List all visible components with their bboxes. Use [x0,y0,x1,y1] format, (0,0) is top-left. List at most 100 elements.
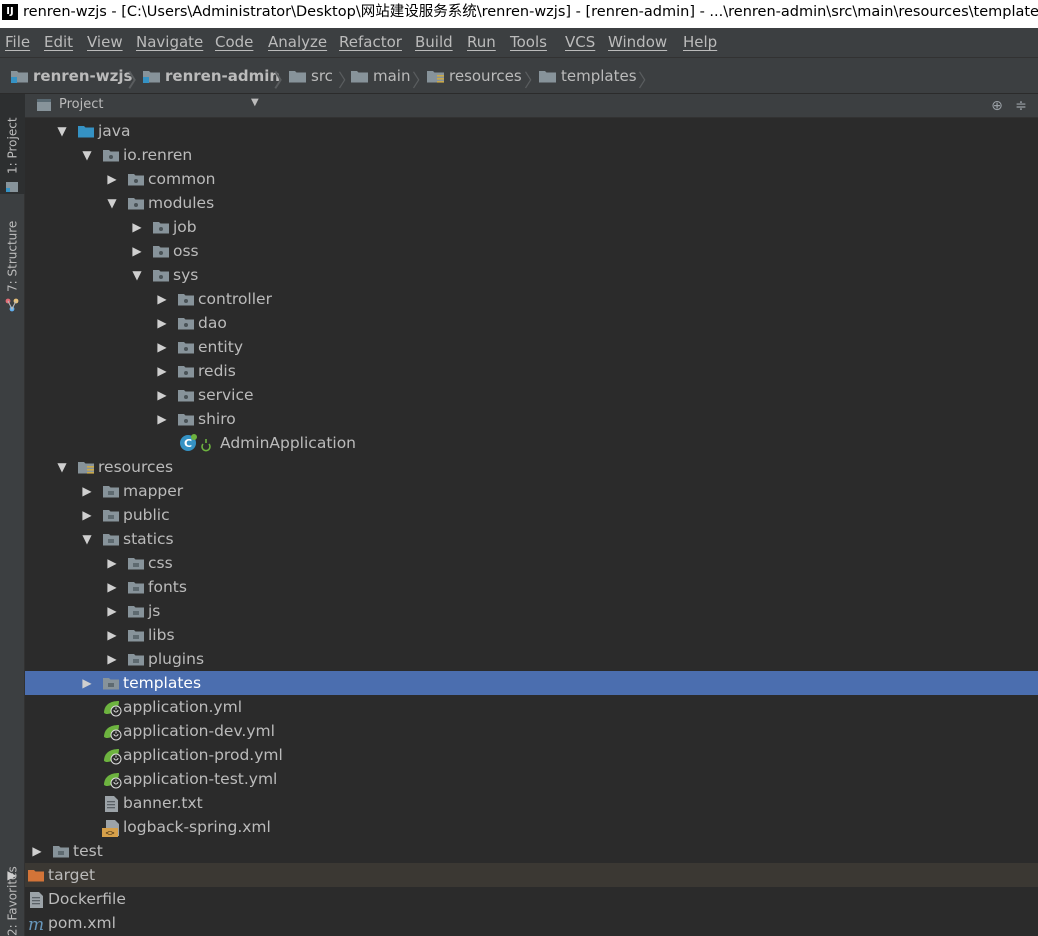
expand-arrow-down-icon[interactable]: ▼ [56,124,68,138]
package-icon [127,195,145,211]
tree-row-modules[interactable]: ▼ modules [25,191,1038,215]
menu-view[interactable]: View [87,33,123,51]
expand-arrow-down-icon[interactable]: ▼ [131,268,143,282]
tree-row-label: resources [98,458,174,476]
tree-row-label: redis [198,362,236,380]
breadcrumb-item-src[interactable]: src 〉 [288,66,356,92]
tree-row-logback-spring-xml[interactable]: <> logback-spring.xml [25,815,1038,839]
expand-arrow-right-icon[interactable]: ▶ [106,172,118,186]
expand-arrow-right-icon[interactable]: ▶ [106,604,118,618]
menu-edit[interactable]: Edit [44,33,73,51]
tree-row-adminapplication[interactable]: C AdminApplication [25,431,1038,455]
menu-build[interactable]: Build [415,33,453,51]
menu-run[interactable]: Run [467,33,496,51]
tree-row-redis[interactable]: ▶ redis [25,359,1038,383]
expand-arrow-right-icon[interactable]: ▶ [156,316,168,330]
tree-row-js[interactable]: ▶ js [25,599,1038,623]
menu-help[interactable]: Help [683,33,717,51]
tree-row-pom-xml[interactable]: m pom.xml [25,911,1038,935]
menu-analyze[interactable]: Analyze [268,33,327,51]
expand-arrow-down-icon[interactable]: ▼ [81,532,93,546]
menu-vcs[interactable]: VCS [565,33,595,51]
breadcrumb-item-templates[interactable]: templates 〉 [538,66,656,92]
folder-icon [351,71,368,83]
tree-row-dockerfile[interactable]: Dockerfile [25,887,1038,911]
tree-row-shiro[interactable]: ▶ shiro [25,407,1038,431]
expand-arrow-right-icon[interactable]: ▶ [106,580,118,594]
menu-tools[interactable]: Tools [510,33,547,51]
tree-row-service[interactable]: ▶ service [25,383,1038,407]
expand-arrow-right-icon[interactable]: ▶ [156,292,168,306]
tree-row-templates[interactable]: ▶ templates [25,671,1038,695]
maven-icon: m [27,915,45,933]
tree-row-job[interactable]: ▶ job [25,215,1038,239]
breadcrumb-item-resources[interactable]: resources 〉 [426,66,542,92]
expand-arrow-right-icon[interactable]: ▶ [131,220,143,234]
tree-row-label: pom.xml [48,914,116,932]
tree-row-test[interactable]: ▶ test [25,839,1038,863]
tree-row-application-yml[interactable]: application.yml [25,695,1038,719]
tab-structure[interactable]: 7: Structure [0,212,25,312]
breadcrumb-item-module[interactable]: renren-admin 〉 [142,66,292,92]
tree-row-statics[interactable]: ▼ statics [25,527,1038,551]
collapse-all-icon[interactable]: ≑ [1011,96,1031,116]
menu-navigate[interactable]: Navigate [136,33,203,51]
tree-row-io-renren[interactable]: ▼ io.renren [25,143,1038,167]
expand-arrow-right-icon[interactable]: ▶ [106,556,118,570]
tree-row-fonts[interactable]: ▶ fonts [25,575,1038,599]
breadcrumb-item-project[interactable]: renren-wzjs 〉 [10,66,146,92]
tree-row-sys[interactable]: ▼ sys [25,263,1038,287]
locate-file-icon[interactable]: ⊕ [987,96,1007,116]
expand-arrow-right-icon[interactable]: ▶ [131,244,143,258]
tree-row-libs[interactable]: ▶ libs [25,623,1038,647]
breadcrumb-label: resources [449,67,522,85]
tree-row-common[interactable]: ▶ common [25,167,1038,191]
package-icon [152,219,170,235]
expand-arrow-down-icon[interactable]: ▼ [56,460,68,474]
expand-arrow-right-icon[interactable]: ▶ [81,484,93,498]
project-view-icon [37,99,51,111]
text-file-icon [102,795,120,812]
tree-row-mapper[interactable]: ▶ mapper [25,479,1038,503]
tree-row-controller[interactable]: ▶ controller [25,287,1038,311]
expand-arrow-down-icon[interactable]: ▼ [81,148,93,162]
expand-arrow-right-icon[interactable]: ▶ [106,652,118,666]
tree-row-resources[interactable]: ▼ resources [25,455,1038,479]
breadcrumb-label: src [311,67,333,85]
tree-row-label: libs [148,626,175,644]
tree-row-entity[interactable]: ▶ entity [25,335,1038,359]
tree-row-banner-txt[interactable]: banner.txt [25,791,1038,815]
tree-row-application-prod-yml[interactable]: application-prod.yml [25,743,1038,767]
tree-row-application-dev-yml[interactable]: application-dev.yml [25,719,1038,743]
tree-row-target[interactable]: ▶ target [7,863,1038,887]
view-dropdown-chevron-down-icon[interactable]: ▼ [251,97,259,108]
project-panel-header: Project ▼ ⊕ ≑ [25,94,1038,118]
spring-yml-icon [102,771,122,789]
tree-row-css[interactable]: ▶ css [25,551,1038,575]
menu-code[interactable]: Code [215,33,253,51]
expand-arrow-right-icon[interactable]: ▶ [106,628,118,642]
expand-arrow-down-icon[interactable]: ▼ [106,196,118,210]
expand-arrow-right-icon[interactable]: ▶ [81,508,93,522]
expand-arrow-right-icon[interactable]: ▶ [156,388,168,402]
menu-file[interactable]: File [5,33,30,51]
expand-arrow-right-icon[interactable]: ▶ [81,676,93,690]
menu-refactor[interactable]: Refactor [339,33,402,51]
chevron-right-icon: 〉 [638,71,656,92]
expand-arrow-right-icon[interactable]: ▶ [6,868,18,882]
breadcrumb-label: renren-admin [165,67,281,85]
tree-row-public[interactable]: ▶ public [25,503,1038,527]
tree-row-application-test-yml[interactable]: application-test.yml [25,767,1038,791]
breadcrumb: renren-wzjs 〉 renren-admin 〉 src 〉 main … [0,57,1038,94]
expand-arrow-right-icon[interactable]: ▶ [156,364,168,378]
expand-arrow-right-icon[interactable]: ▶ [156,412,168,426]
tree-row-plugins[interactable]: ▶ plugins [25,647,1038,671]
breadcrumb-item-main[interactable]: main 〉 [350,66,430,92]
tree-row-oss[interactable]: ▶ oss [25,239,1038,263]
expand-arrow-right-icon[interactable]: ▶ [31,844,43,858]
tree-row-dao[interactable]: ▶ dao [25,311,1038,335]
expand-arrow-right-icon[interactable]: ▶ [156,340,168,354]
tab-project[interactable]: 1: Project [0,94,25,194]
menu-window[interactable]: Window [608,33,667,51]
tree-row-java[interactable]: ▼ java [25,119,1038,143]
